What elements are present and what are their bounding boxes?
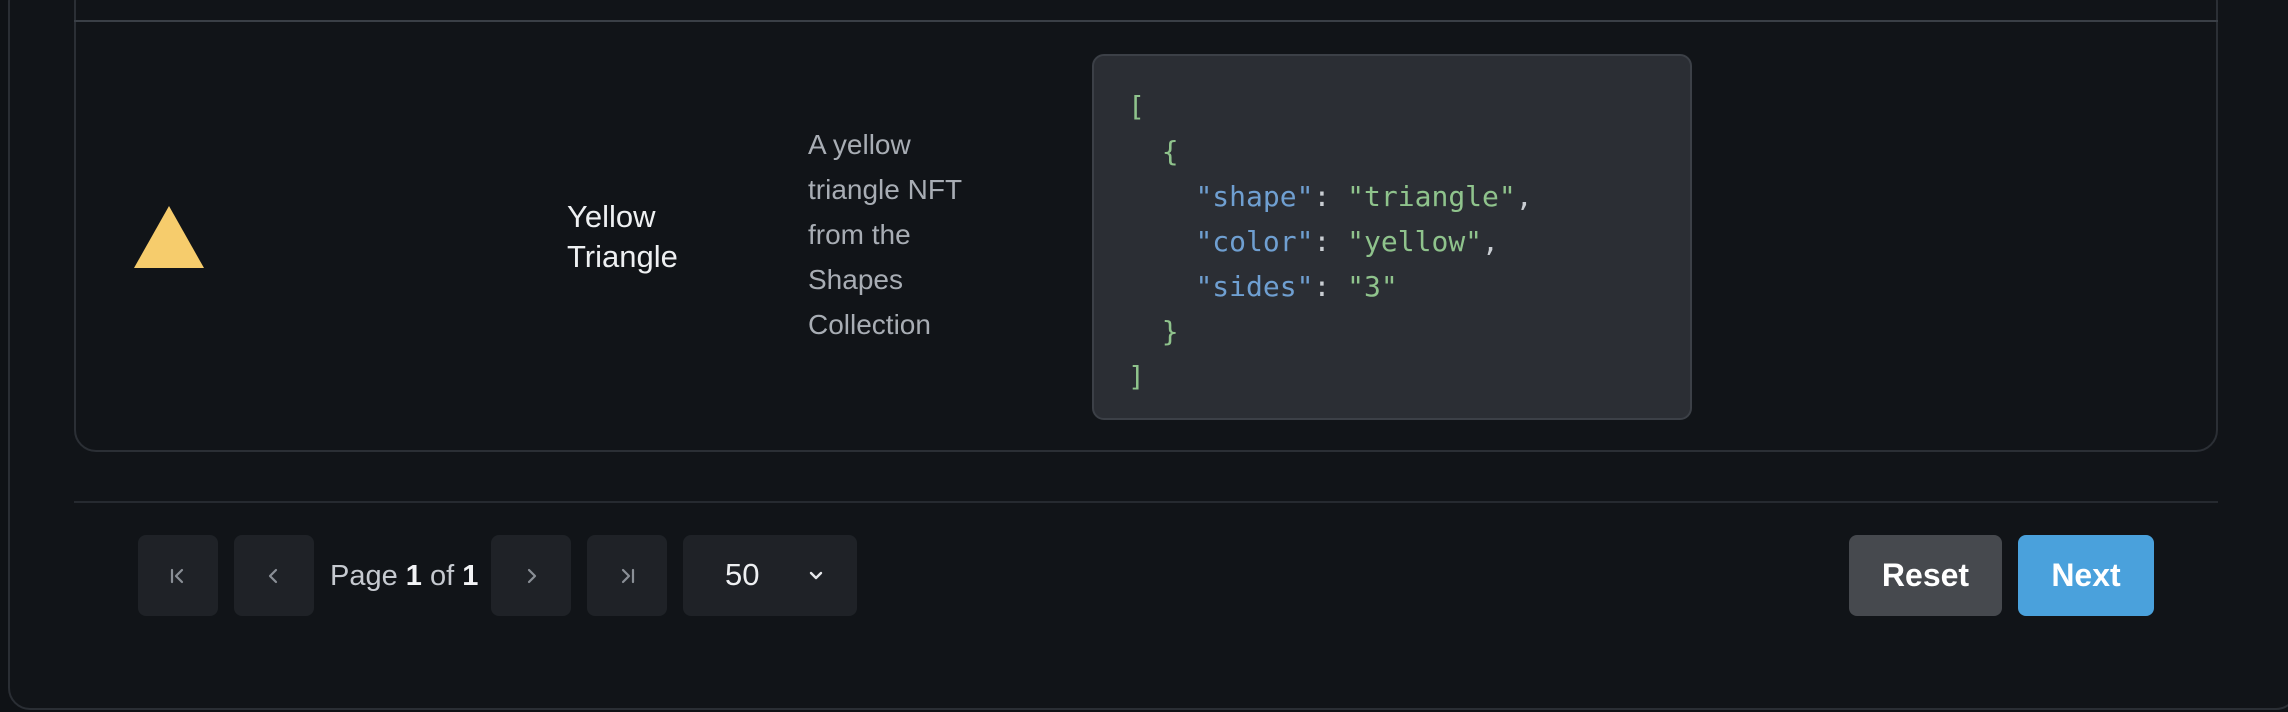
next-button[interactable]: Next (2018, 535, 2154, 616)
json-key: "color" (1195, 225, 1314, 258)
first-page-button[interactable] (138, 535, 218, 616)
json-value: "3" (1347, 270, 1398, 303)
previous-page-button[interactable] (234, 535, 314, 616)
of-word: of (430, 560, 455, 592)
total-pages: 1 (462, 560, 479, 592)
json-key: "shape" (1195, 180, 1314, 213)
page-indicator: Page 1 of 1 (330, 556, 478, 596)
current-page: 1 (405, 560, 422, 592)
json-open-bracket: [ (1128, 90, 1145, 123)
yellow-triangle-icon (132, 204, 206, 270)
next-page-button[interactable] (491, 535, 571, 616)
first-page-icon (170, 568, 184, 583)
json-close-bracket: ] (1128, 360, 1145, 393)
attributes-json: [ { "shape": "triangle", "color": "yello… (1092, 54, 1692, 420)
page-size-value: 50 (725, 557, 760, 592)
footer-divider (74, 501, 2218, 503)
last-page-button[interactable] (587, 535, 667, 616)
json-key: "sides" (1195, 270, 1314, 303)
last-page-icon (621, 568, 635, 583)
json-value: "triangle" (1347, 180, 1516, 213)
reset-button[interactable]: Reset (1849, 535, 2002, 616)
nft-description: A yellow triangle NFT from the Shapes Co… (808, 129, 962, 340)
nft-name: Yellow Triangle (567, 199, 678, 274)
chevron-down-icon (809, 571, 823, 580)
page-word: Page (330, 560, 398, 592)
json-close-brace: } (1161, 315, 1179, 348)
chevron-left-icon (268, 568, 278, 583)
json-value: "yellow" (1347, 225, 1483, 258)
chevron-right-icon (527, 568, 537, 583)
json-open-brace: { (1161, 135, 1179, 168)
page-size-select[interactable]: 50 (683, 535, 857, 616)
table-header-divider (74, 20, 2218, 22)
